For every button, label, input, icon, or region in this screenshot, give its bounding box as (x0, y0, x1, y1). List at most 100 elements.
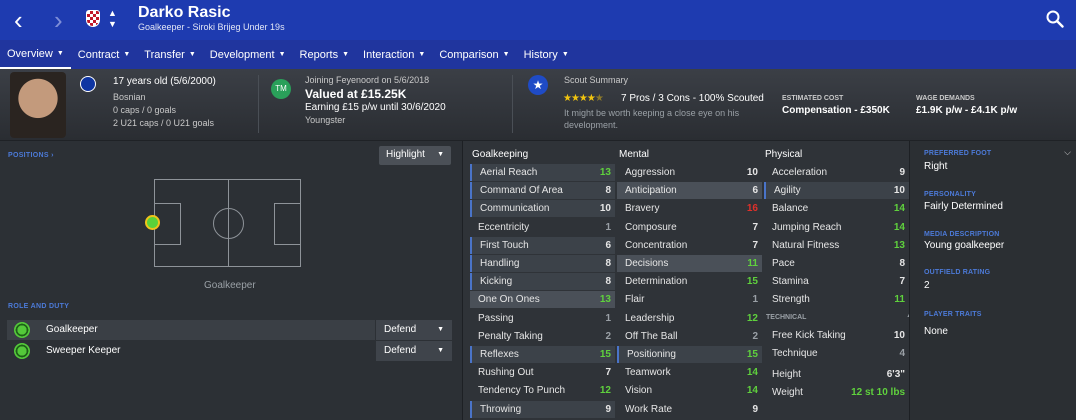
attribute-name: Free Kick Taking (772, 330, 846, 341)
attribute-value: 12 st 10 lbs (851, 387, 905, 399)
attribute-row[interactable]: Rushing Out 7 (470, 364, 615, 381)
nation-flag-icon[interactable] (80, 76, 96, 92)
attribute-row[interactable]: Reflexes 15 (470, 346, 615, 363)
attribute-row[interactable]: Jumping Reach 14 (764, 219, 909, 236)
search-icon[interactable] (1046, 10, 1064, 28)
attribute-value: 2 (752, 330, 758, 342)
role-name: Sweeper Keeper (46, 345, 121, 356)
attribute-value: 7 (605, 367, 611, 379)
highlight-dropdown[interactable]: Highlight ▼ (379, 146, 451, 165)
divider (258, 75, 259, 133)
duty-dropdown[interactable]: Defend ▼ (375, 341, 452, 361)
chevron-up-icon[interactable]: ▲ (108, 8, 117, 18)
attribute-value: 14 (893, 221, 905, 233)
attribute-row[interactable]: Passing 1 (470, 310, 615, 327)
attribute-row[interactable]: Work Rate 9 (617, 401, 762, 418)
attribute-row[interactable]: Strength 11 (764, 291, 909, 308)
attribute-value: 1 (752, 294, 758, 306)
attribute-value: 8 (605, 276, 611, 288)
attribute-value: 8 (605, 258, 611, 269)
caret-down-icon: ▼ (56, 50, 64, 57)
attribute-name: Composure (625, 221, 677, 233)
scout-summary-title: Scout Summary (564, 75, 629, 85)
menu-overview[interactable]: Overview ▼ (0, 40, 71, 69)
back-arrow-icon[interactable]: ‹ (14, 6, 23, 34)
attribute-name: Tendency To Punch (478, 385, 566, 397)
attribute-row[interactable]: Aerial Reach 13 (470, 164, 615, 181)
attribute-value: 10 (746, 167, 758, 178)
chevron-down-icon[interactable]: ▼ (108, 19, 117, 29)
attribute-value: 7 (752, 221, 758, 233)
attribute-name: Communication (480, 203, 550, 215)
attribute-row[interactable]: Determination 15 (617, 273, 762, 290)
attribute-row[interactable]: Free Kick Taking 10 (764, 327, 909, 344)
attribute-row[interactable]: Balance 14 (764, 200, 909, 217)
attribute-value: 7 (899, 276, 905, 288)
attribute-row[interactable]: Penalty Taking 2 (470, 328, 615, 345)
club-badge-icon[interactable] (86, 10, 100, 27)
caret-down-icon: ▼ (502, 51, 510, 58)
attribute-row[interactable]: Communication 10 (470, 200, 615, 218)
menu-transfer[interactable]: Transfer ▼ (137, 40, 202, 69)
attribute-row[interactable]: Teamwork 14 (617, 364, 762, 381)
attribute-row[interactable]: Positioning 15 (617, 346, 762, 363)
attribute-row[interactable]: Technique 4 (764, 345, 909, 362)
preferred-foot-label: PREFERRED FOOT (924, 150, 992, 157)
attribute-row[interactable]: Concentration 7 (617, 237, 762, 254)
attribute-row[interactable]: Flair 1 (617, 291, 762, 308)
attribute-row[interactable]: Eccentricity 1 (470, 219, 615, 236)
attribute-row[interactable]: Throwing 9 (470, 400, 615, 418)
attribute-row[interactable]: Weight 12 st 10 lbs (764, 384, 909, 401)
positions-label-text: POSITIONS (8, 152, 49, 159)
attribute-row[interactable]: Composure 7 (617, 219, 762, 236)
attribute-row[interactable]: Anticipation 6 (617, 182, 762, 200)
estimated-cost-label: ESTIMATED COST (782, 95, 844, 102)
player-traits-value: None (924, 326, 948, 337)
menu-development[interactable]: Development ▼ (203, 40, 293, 69)
attribute-row[interactable]: Vision 14 (617, 382, 762, 399)
scout-note-line-1: It might be worth keeping a close eye on… (564, 108, 740, 118)
attribute-row[interactable]: Off The Ball 2 (617, 328, 762, 345)
attribute-row[interactable]: One On Ones 13 (470, 291, 615, 309)
player-age: 17 years old (5/6/2000) (113, 76, 216, 87)
attribute-row[interactable]: Aggression 10 (617, 164, 762, 181)
attribute-row[interactable]: Bravery 16 (617, 200, 762, 217)
player-nationality[interactable]: Bosnian (113, 92, 146, 102)
scout-note-line-2: development. (564, 120, 619, 130)
goalkeeper-position-marker[interactable] (145, 215, 160, 230)
player-subtitle[interactable]: Goalkeeper - Siroki Brijeg Under 19s (138, 22, 285, 32)
attribute-name: Height (772, 369, 801, 380)
positions-label[interactable]: POSITIONS › (8, 152, 54, 159)
menu-history[interactable]: History ▼ (517, 40, 576, 69)
attribute-row[interactable]: Command Of Area 8 (470, 182, 615, 200)
attribute-row[interactable]: Stamina 7 (764, 273, 909, 290)
attribute-value: 8 (899, 258, 905, 269)
scout-line: 7 Pros / 3 Cons - 100% Scouted (621, 93, 764, 104)
role-row[interactable]: Goalkeeper Defend ▼ (7, 320, 452, 340)
menu-interaction[interactable]: Interaction ▼ (356, 40, 432, 69)
attribute-row[interactable]: Leadership 12 (617, 310, 762, 327)
attribute-row[interactable]: Tendency To Punch 12 (470, 382, 615, 399)
attribute-row[interactable]: Decisions 11 (617, 255, 762, 272)
personality-value: Fairly Determined (924, 201, 1003, 212)
attribute-row[interactable]: Handling 8 (470, 255, 615, 272)
forward-arrow-icon[interactable]: › (54, 6, 63, 34)
chevron-down-icon[interactable]: ⌵ (1064, 147, 1071, 158)
menu-comparison[interactable]: Comparison ▼ (432, 40, 516, 69)
menu-contract[interactable]: Contract ▼ (71, 40, 138, 69)
role-row[interactable]: Sweeper Keeper Defend ▼ (7, 341, 452, 361)
top-bar: ‹ › ▲ ▼ Darko Rasic Goalkeeper - Siroki … (0, 0, 1076, 40)
attribute-row[interactable]: Pace 8 (764, 255, 909, 272)
menu-reports[interactable]: Reports ▼ (293, 40, 356, 69)
attribute-row[interactable]: First Touch 6 (470, 236, 615, 254)
attribute-row[interactable]: Kicking 8 (470, 273, 615, 291)
attribute-row[interactable]: Height 6'3" (764, 366, 909, 383)
wage-demands-label: WAGE DEMANDS (916, 95, 975, 102)
attribute-row[interactable]: Agility 10 (764, 182, 909, 200)
duty-dropdown[interactable]: Defend ▼ (375, 320, 452, 340)
caret-down-icon: ▼ (561, 51, 569, 58)
attribute-row[interactable]: Acceleration 9 (764, 164, 909, 181)
attribute-name: Acceleration (772, 167, 828, 178)
attribute-row[interactable]: Natural Fitness 13 (764, 237, 909, 254)
attribute-value: 15 (599, 349, 611, 360)
